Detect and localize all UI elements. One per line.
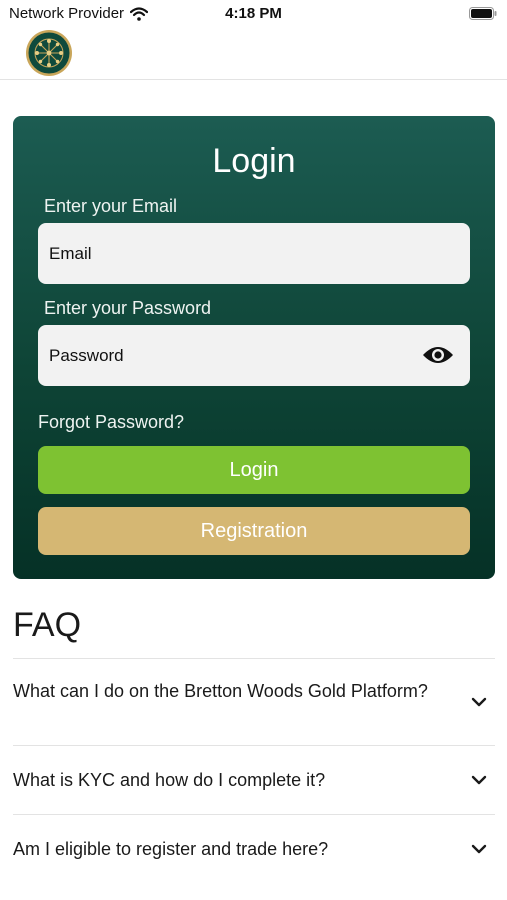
registration-button[interactable]: Registration [38, 507, 470, 555]
status-time: 4:18 PM [225, 5, 282, 22]
faq-question: What can I do on the Bretton Woods Gold … [13, 681, 428, 701]
login-card: Login Enter your Email Enter your Passwo… [13, 116, 495, 579]
email-label: Enter your Email [44, 196, 178, 216]
faq-item[interactable]: What can I do on the Bretton Woods Gold … [13, 658, 495, 745]
globe-network-logo-icon[interactable] [25, 29, 73, 77]
faq-question: Am I eligible to register and trade here… [13, 839, 329, 859]
password-input[interactable] [49, 345, 409, 366]
faq-title: FAQ [13, 606, 82, 644]
status-bar: Network Provider 4:18 PM [0, 0, 507, 28]
password-label: Enter your Password [44, 298, 212, 318]
login-title: Login [212, 142, 296, 180]
faq-item[interactable]: What is KYC and how do I complete it? [13, 745, 495, 814]
chevron-down-icon[interactable] [471, 844, 487, 854]
battery-icon [469, 7, 497, 20]
chevron-down-icon[interactable] [471, 775, 487, 785]
app-header [0, 28, 507, 80]
password-field[interactable] [38, 325, 470, 386]
faq-question: What is KYC and how do I complete it? [13, 770, 326, 790]
email-input[interactable] [49, 243, 409, 264]
email-field[interactable] [38, 223, 470, 284]
forgot-password-link[interactable]: Forgot Password? [38, 412, 184, 433]
login-button[interactable]: Login [38, 446, 470, 494]
eye-icon[interactable] [422, 345, 454, 365]
faq-item[interactable]: Am I eligible to register and trade here… [13, 814, 495, 883]
chevron-down-icon[interactable] [471, 697, 487, 707]
